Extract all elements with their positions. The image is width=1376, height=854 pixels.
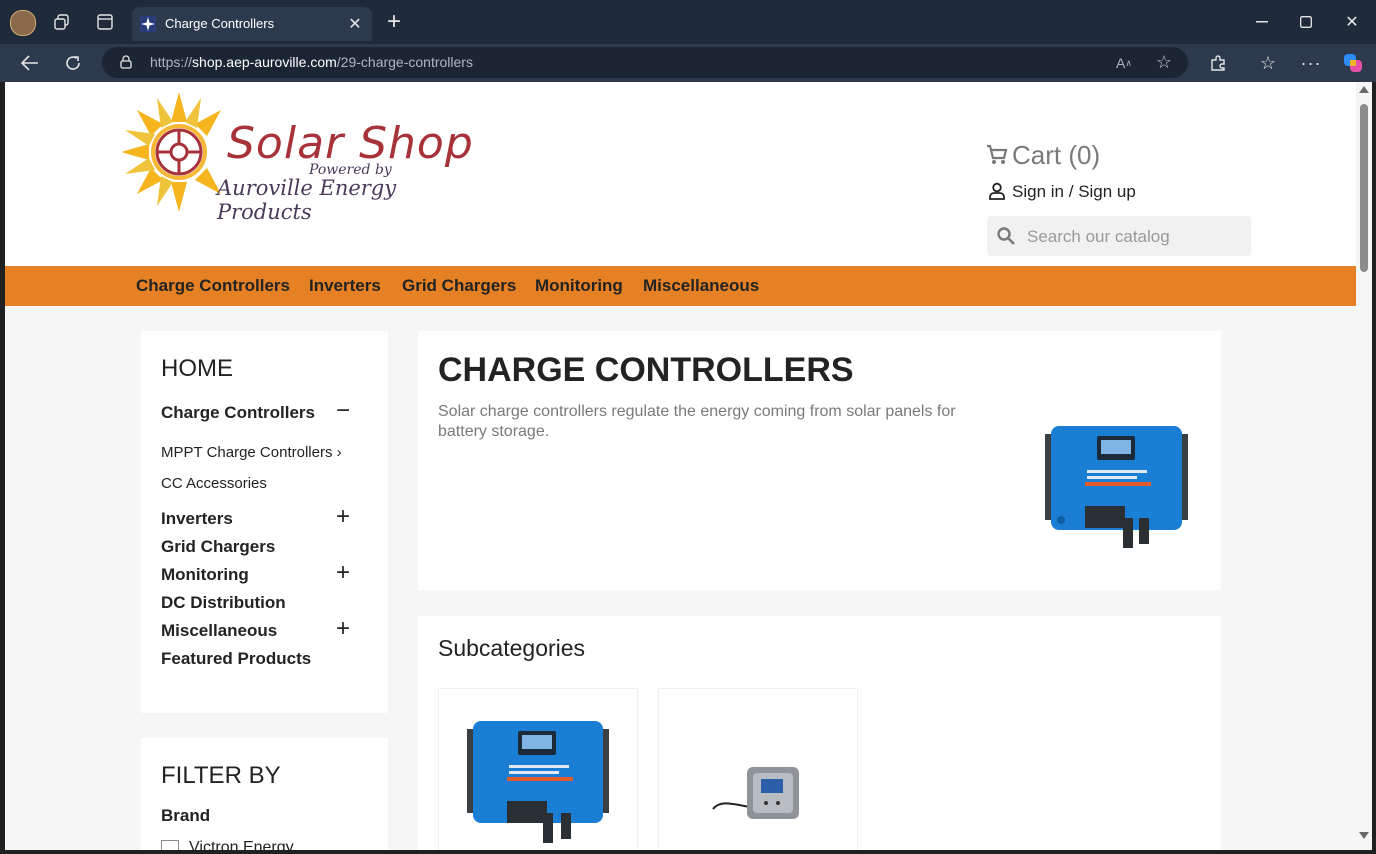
account-separator: / — [1068, 182, 1074, 201]
back-icon[interactable] — [18, 51, 42, 75]
browser-tab-bar: Charge Controllers ✕ + ✕ — [0, 0, 1376, 44]
brand-checkbox[interactable] — [161, 840, 179, 850]
search-icon[interactable] — [996, 226, 1016, 246]
sidebar-home-link[interactable]: HOME — [161, 355, 233, 383]
cart-icon — [987, 144, 1008, 164]
subcategory-card[interactable] — [658, 688, 858, 850]
user-icon — [989, 182, 1005, 200]
expand-icon[interactable]: + — [336, 617, 350, 641]
expand-icon[interactable]: + — [336, 505, 350, 529]
page-scrollbar[interactable] — [1356, 82, 1372, 850]
read-aloud-icon[interactable]: A ∧ — [1114, 53, 1134, 73]
filter-title: FILTER BY — [161, 762, 281, 789]
refresh-icon[interactable] — [61, 51, 85, 75]
site-header: Solar Shop Powered by Auroville Energy P… — [5, 82, 1356, 266]
mppt-controller-image — [467, 721, 609, 843]
site-logo[interactable]: Solar Shop Powered by Auroville Energy P… — [123, 90, 483, 224]
extensions-icon[interactable] — [1206, 51, 1230, 75]
tab-title: Charge Controllers — [165, 16, 275, 31]
filter-panel: FILTER BY Brand Victron Energy — [141, 738, 388, 850]
url-prefix: https:// — [150, 54, 193, 70]
web-page: Solar Shop Powered by Auroville Energy P… — [5, 82, 1356, 850]
category-description: Solar charge controllers regulate the en… — [438, 403, 956, 440]
scroll-up-icon[interactable] — [1359, 86, 1369, 93]
subcategory-card[interactable] — [438, 688, 638, 850]
nav-inverters[interactable]: Inverters — [309, 276, 381, 296]
category-header: CHARGE CONTROLLERS Solar charge controll… — [418, 331, 1221, 590]
workspaces-icon[interactable] — [52, 12, 72, 32]
category-image — [1045, 426, 1188, 556]
collapse-icon[interactable]: − — [336, 399, 350, 423]
sidebar-item-monitoring[interactable]: Monitoring — [161, 565, 249, 585]
sidebar-sub-cc-accessories[interactable]: CC Accessories — [161, 475, 267, 492]
sidebar-item-inverters[interactable]: Inverters — [161, 509, 233, 529]
nav-charge-controllers[interactable]: Charge Controllers — [136, 276, 290, 296]
sidebar-item-dc-distribution[interactable]: DC Distribution — [161, 593, 286, 613]
copilot-icon[interactable] — [1341, 51, 1365, 75]
minimize-icon[interactable] — [1250, 10, 1274, 34]
sign-up-link[interactable]: Sign up — [1078, 182, 1136, 201]
more-menu-icon[interactable]: ··· — [1299, 51, 1323, 75]
nav-monitoring[interactable]: Monitoring — [535, 276, 623, 296]
browser-toolbar: https://shop.aep-auroville.com/29-charge… — [0, 44, 1376, 82]
logo-company: Auroville Energy Products — [217, 176, 397, 224]
sign-in-link[interactable]: Sign in — [1012, 182, 1064, 201]
sidebar-item-charge-controllers[interactable]: Charge Controllers — [161, 403, 315, 423]
scrollbar-thumb[interactable] — [1360, 104, 1368, 272]
sun-icon — [123, 92, 221, 212]
lock-icon[interactable] — [118, 54, 134, 70]
profile-avatar[interactable] — [10, 10, 36, 36]
nav-grid-chargers[interactable]: Grid Chargers — [402, 276, 516, 296]
category-sidebar: HOME Charge Controllers − MPPT Charge Co… — [141, 331, 388, 713]
favorites-icon[interactable]: ☆ — [1256, 51, 1280, 75]
active-tab[interactable]: Charge Controllers ✕ — [132, 7, 372, 41]
nav-miscellaneous[interactable]: Miscellaneous — [643, 276, 759, 296]
url-domain: shop.aep-auroville.com — [192, 54, 337, 70]
url-path: /29-charge-controllers — [336, 54, 473, 70]
account-links: Sign in / Sign up — [988, 182, 1136, 202]
main-nav: Charge Controllers Inverters Grid Charge… — [5, 266, 1356, 306]
site-favicon-icon — [140, 16, 156, 32]
subcategories-section: Subcategories — [418, 616, 1221, 850]
expand-icon[interactable]: + — [336, 561, 350, 585]
new-tab-icon[interactable]: + — [382, 8, 406, 35]
chevron-right-icon: › — [336, 444, 342, 461]
cc-accessory-image — [712, 767, 799, 819]
url-text: https://shop.aep-auroville.com/29-charge… — [150, 54, 473, 70]
tab-actions-icon[interactable] — [95, 12, 115, 32]
sidebar-item-featured-products[interactable]: Featured Products — [161, 649, 311, 669]
search-input[interactable] — [1025, 216, 1249, 258]
sidebar-sub-mppt[interactable]: MPPT Charge Controllers › — [161, 444, 342, 461]
sidebar-item-grid-chargers[interactable]: Grid Chargers — [161, 537, 275, 557]
close-window-icon[interactable]: ✕ — [1340, 10, 1364, 34]
filter-brand-label: Brand — [161, 806, 211, 825]
close-tab-icon[interactable]: ✕ — [346, 15, 364, 33]
scroll-down-icon[interactable] — [1359, 832, 1369, 839]
cart-link[interactable]: Cart (0) — [986, 140, 1100, 171]
page-title: CHARGE CONTROLLERS — [438, 351, 854, 389]
address-bar[interactable]: https://shop.aep-auroville.com/29-charge… — [102, 47, 1188, 78]
sidebar-item-miscellaneous[interactable]: Miscellaneous — [161, 621, 277, 641]
cart-label: Cart (0) — [1012, 140, 1101, 170]
subcategories-title: Subcategories — [438, 635, 586, 661]
search-box — [987, 216, 1251, 258]
maximize-icon[interactable] — [1294, 10, 1318, 34]
brand-option-label[interactable]: Victron Energy — [189, 839, 294, 850]
favorite-star-icon[interactable]: ☆ — [1154, 52, 1174, 72]
sidebar-sub-mppt-label: MPPT Charge Controllers — [161, 444, 333, 461]
